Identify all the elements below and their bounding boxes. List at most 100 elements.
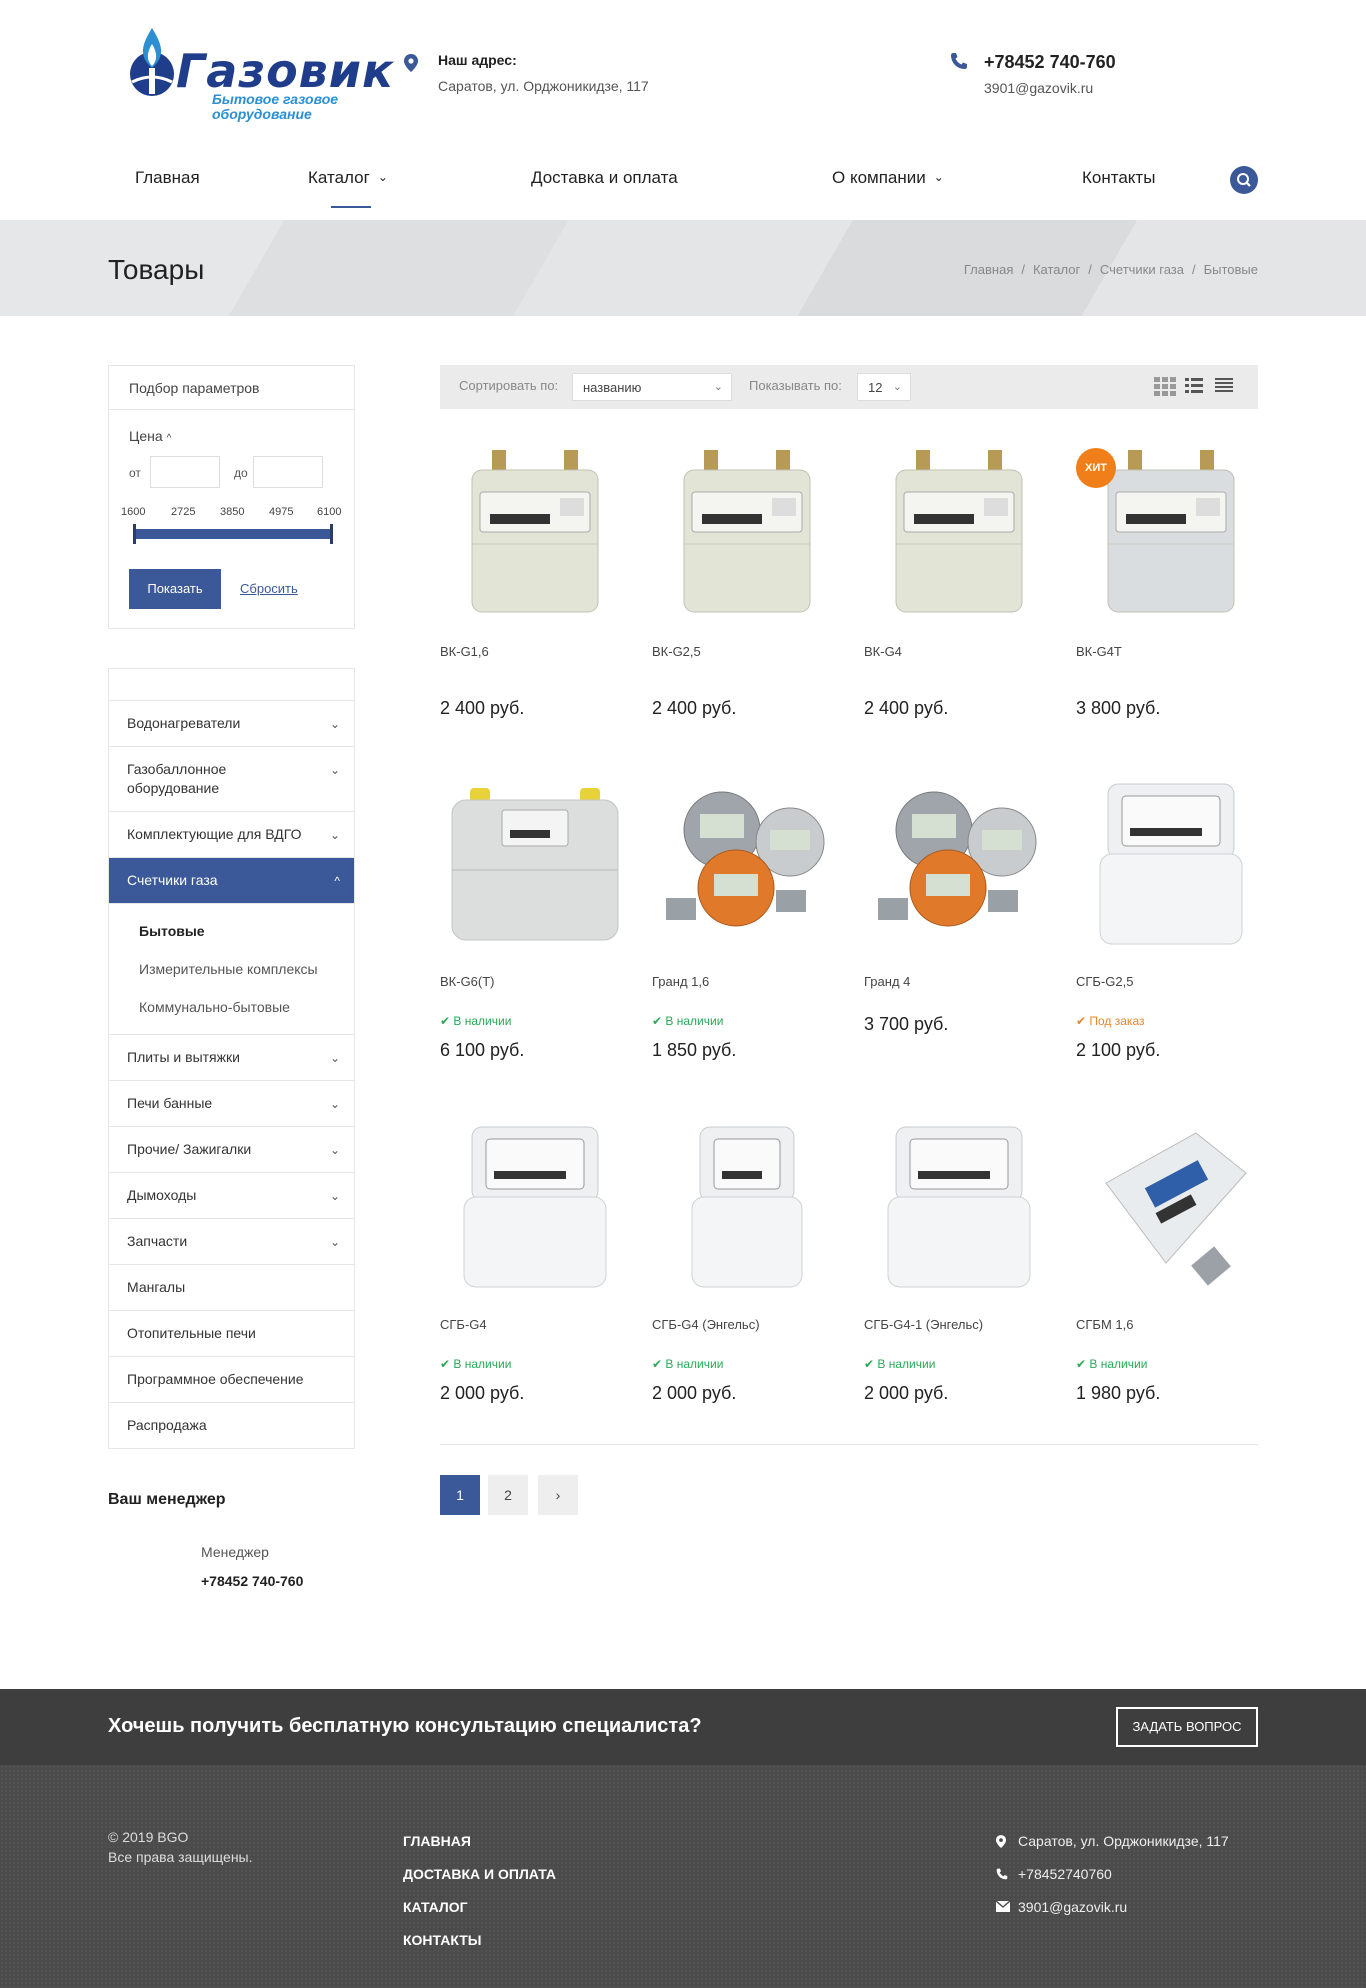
footer-link-contacts[interactable]: КОНТАКТЫ — [403, 1924, 556, 1957]
sidebar-item-heating-stoves[interactable]: Отопительные печи — [109, 1311, 354, 1357]
product-name[interactable]: ВК-G4Т — [1076, 644, 1122, 659]
price-from-input[interactable] — [150, 456, 220, 488]
price-slider-min-handle[interactable] — [133, 524, 136, 544]
nav-item-home[interactable]: Главная — [135, 168, 200, 188]
chevron-down-icon: ⌄ — [329, 1143, 340, 1157]
sidebar-item-spare-parts[interactable]: Запчасти ⌄ — [109, 1219, 354, 1265]
sidebar-item-sauna-stoves[interactable]: Печи банные ⌄ — [109, 1081, 354, 1127]
price-tick: 3850 — [220, 506, 245, 518]
per-page-label: Показывать по: — [749, 378, 842, 393]
breadcrumb-item-home[interactable]: Главная — [964, 262, 1013, 277]
product-card[interactable]: СГБ-G4 (Энгельс) ✔ В наличии 2 000 руб. — [652, 1113, 842, 1413]
sidebar-item-water-heaters[interactable]: Водонагреватели ⌄ — [109, 701, 354, 747]
ask-question-button[interactable]: ЗАДАТЬ ВОПРОС — [1116, 1707, 1258, 1747]
sidebar-item-gas-meters[interactable]: Счетчики газа ^ — [109, 858, 354, 904]
product-name[interactable]: СГБ-G2,5 — [1076, 974, 1133, 989]
filter-price-label: Цена — [129, 428, 163, 444]
nav-item-about[interactable]: О компании ⌄ — [832, 168, 944, 188]
footer-email[interactable]: 3901@gazovik.ru — [996, 1891, 1229, 1924]
header-phone[interactable]: +78452 740-760 — [984, 52, 1116, 73]
sort-select[interactable]: названию ⌄ — [572, 373, 732, 401]
product-name[interactable]: СГБ-G4-1 (Энгельс) — [864, 1317, 983, 1332]
sidebar-item-lpg-equipment[interactable]: Газобаллонное оборудование ⌄ — [109, 747, 354, 812]
pagination-page-2[interactable]: 2 — [488, 1475, 528, 1515]
price-slider-track[interactable] — [133, 529, 333, 539]
product-card[interactable]: Гранд 4 3 700 руб. — [864, 770, 1054, 1070]
product-image[interactable] — [652, 440, 842, 630]
sidebar-item-grills[interactable]: Мангалы — [109, 1265, 354, 1311]
product-image[interactable] — [864, 440, 1054, 630]
sidebar-item-software[interactable]: Программное обеспечение — [109, 1357, 354, 1403]
manager-phone[interactable]: +78452 740-760 — [201, 1573, 303, 1589]
product-image[interactable] — [440, 1113, 630, 1303]
address-title: Наш адрес: — [438, 52, 517, 68]
nav-item-contacts[interactable]: Контакты — [1082, 168, 1155, 188]
product-name[interactable]: СГБ-G4 — [440, 1317, 487, 1332]
product-image[interactable] — [440, 770, 630, 960]
sidebar-item-sale[interactable]: Распродажа — [109, 1403, 354, 1448]
breadcrumb-item-gas-meters[interactable]: Счетчики газа — [1100, 262, 1184, 277]
search-button[interactable] — [1230, 166, 1258, 194]
footer-link-home[interactable]: ГЛАВНАЯ — [403, 1825, 556, 1858]
nav-item-delivery[interactable]: Доставка и оплата — [531, 168, 678, 188]
sidebar-item-chimneys[interactable]: Дымоходы ⌄ — [109, 1173, 354, 1219]
per-page-select[interactable]: 12 ⌄ — [857, 373, 911, 401]
product-name[interactable]: Гранд 1,6 — [652, 974, 709, 989]
sidebar-item-label: Прочие/ Зажигалки — [127, 1141, 252, 1157]
filter-reset-link[interactable]: Сбросить — [240, 581, 298, 596]
filter-show-button[interactable]: Показать — [129, 569, 221, 609]
product-name[interactable]: Гранд 4 — [864, 974, 910, 989]
product-image[interactable] — [864, 1113, 1054, 1303]
footer-copyright-line: © 2019 BGO — [108, 1829, 189, 1845]
sidebar-item-stoves-hoods[interactable]: Плиты и вытяжки ⌄ — [109, 1035, 354, 1081]
product-price: 3 800 руб. — [1076, 698, 1161, 718]
header-email[interactable]: 3901@gazovik.ru — [984, 80, 1093, 96]
list-view-icon[interactable] — [1185, 377, 1203, 395]
product-name[interactable]: ВК-G1,6 — [440, 644, 489, 659]
sidebar-item-vdgo-parts[interactable]: Комплектующие для ВДГО ⌄ — [109, 812, 354, 858]
product-name[interactable]: СГБМ 1,6 — [1076, 1317, 1133, 1332]
grid-view-icon[interactable] — [1154, 377, 1176, 397]
pagination-page-1[interactable]: 1 — [440, 1475, 480, 1515]
product-card[interactable]: ВК-G1,6 2 400 руб. — [440, 440, 630, 740]
site-logo[interactable]: Газовик Бытовое газовое оборудование — [122, 22, 393, 126]
product-card[interactable]: ВК-G4 2 400 руб. — [864, 440, 1054, 740]
sidebar-subcategory-list: Бытовые Измерительные комплексы Коммунал… — [109, 904, 354, 1035]
product-image[interactable] — [1076, 770, 1266, 960]
product-name[interactable]: ВК-G2,5 — [652, 644, 701, 659]
product-card[interactable]: СГБМ 1,6 ✔ В наличии 1 980 руб. — [1076, 1113, 1266, 1413]
product-name[interactable]: ВК-G6(Т) — [440, 974, 495, 989]
table-view-icon[interactable] — [1215, 377, 1233, 395]
product-image[interactable] — [864, 770, 1054, 960]
sidebar-subitem-household[interactable]: Бытовые — [109, 912, 354, 950]
product-image[interactable] — [652, 770, 842, 960]
sidebar-item-other-lighters[interactable]: Прочие/ Зажигалки ⌄ — [109, 1127, 354, 1173]
breadcrumb-item-catalog[interactable]: Каталог — [1033, 262, 1080, 277]
footer-link-catalog[interactable]: КАТАЛОГ — [403, 1891, 556, 1924]
product-card[interactable]: ВК-G6(Т) ✔ В наличии 6 100 руб. — [440, 770, 630, 1070]
footer-phone[interactable]: +78452740760 — [996, 1858, 1229, 1891]
filter-title: Подбор параметров — [109, 366, 354, 410]
price-to-input[interactable] — [253, 456, 323, 488]
product-image[interactable] — [1076, 1113, 1266, 1303]
nav-item-catalog[interactable]: Каталог ⌄ — [308, 168, 388, 188]
product-card[interactable]: ВК-G2,5 2 400 руб. — [652, 440, 842, 740]
product-card[interactable]: СГБ-G4-1 (Энгельс) ✔ В наличии 2 000 руб. — [864, 1113, 1054, 1413]
price-slider-max-handle[interactable] — [330, 524, 333, 544]
product-name[interactable]: СГБ-G4 (Энгельс) — [652, 1317, 760, 1332]
footer-link-delivery[interactable]: ДОСТАВКА И ОПЛАТА — [403, 1858, 556, 1891]
product-image[interactable] — [440, 440, 630, 630]
product-availability: ✔ В наличии — [440, 1357, 512, 1371]
product-card[interactable]: Гранд 1,6 ✔ В наличии 1 850 руб. — [652, 770, 842, 1070]
pagination-next[interactable]: › — [538, 1475, 578, 1515]
product-card[interactable]: СГБ-G2,5 ✔ Под заказ 2 100 руб. — [1076, 770, 1266, 1070]
chevron-down-icon: ⌄ — [329, 828, 340, 842]
sidebar-subitem-measuring-systems[interactable]: Измерительные комплексы — [109, 950, 354, 988]
product-price: 2 100 руб. — [1076, 1040, 1161, 1060]
product-image[interactable] — [652, 1113, 842, 1303]
product-card[interactable]: СГБ-G4 ✔ В наличии 2 000 руб. — [440, 1113, 630, 1413]
product-name[interactable]: ВК-G4 — [864, 644, 902, 659]
filter-price-toggle[interactable]: Цена ^ — [129, 428, 171, 444]
sidebar-subitem-communal[interactable]: Коммунально-бытовые — [109, 988, 354, 1026]
gas-meter-bk-wide-icon — [451, 788, 619, 941]
